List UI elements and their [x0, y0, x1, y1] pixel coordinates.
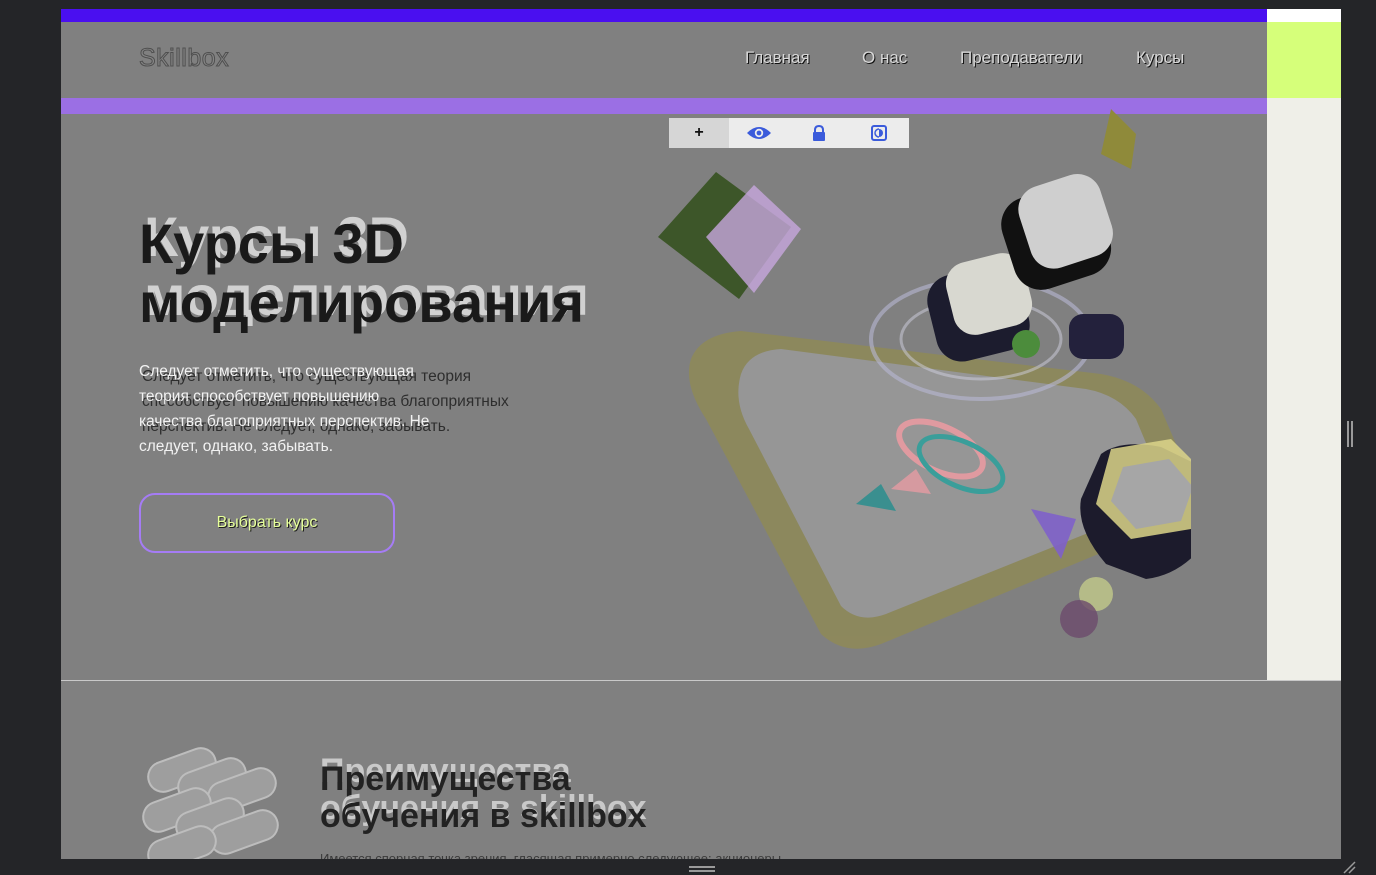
advantages-subtitle: Имеется спорная точка зрения, гласящая п… [320, 851, 782, 859]
resize-handle-right[interactable] [1347, 421, 1353, 447]
plus-icon: + [694, 124, 704, 141]
visibility-toggle-button[interactable] [729, 118, 789, 148]
small-cube-shape [1069, 314, 1124, 359]
hero-3d-illustration [658, 109, 1191, 649]
choose-course-button[interactable]: Выбрать курс [139, 493, 395, 553]
green-sphere-shape [1012, 330, 1040, 358]
lock-icon [813, 125, 825, 141]
site-logo[interactable]: Skillbox [138, 44, 229, 73]
eye-icon [747, 127, 771, 139]
contrast-icon [871, 125, 887, 141]
lock-button[interactable] [789, 118, 849, 148]
advantages-title: Преимущества Преимущества обучения в ski… [320, 753, 647, 835]
nav-link-courses[interactable]: Курсы [1136, 48, 1184, 68]
side-strip-top [1267, 9, 1341, 22]
nav-link-home[interactable]: Главная [745, 48, 810, 68]
editor-toolbar: + [669, 118, 909, 148]
hero-title-line2: моделирования [139, 271, 585, 334]
page-viewport: Skillbox Главная О нас Преподаватели Кур… [61, 9, 1341, 859]
cylinders-illustration [142, 747, 279, 859]
top-accent-bar [61, 9, 1267, 22]
resize-handle-bottom[interactable] [689, 866, 715, 872]
side-lime-block [1267, 22, 1341, 98]
contrast-button[interactable] [849, 118, 909, 148]
top-wedge-shape [1101, 109, 1136, 169]
site-header: Skillbox Главная О нас Преподаватели Кур… [61, 22, 1267, 98]
add-button[interactable]: + [669, 118, 729, 148]
hero-title: Курсы 3D Курсы 3D моделирования моделиро… [139, 207, 589, 334]
hero-description: Следует отметить, что существующая теори… [139, 363, 430, 455]
nav-link-teachers[interactable]: Преподаватели [960, 48, 1083, 68]
resize-corner-icon[interactable] [1342, 860, 1356, 874]
nav-link-about[interactable]: О нас [862, 48, 907, 68]
advantages-title-line2: обучения в skillbox [320, 797, 647, 835]
side-cream-panel [1267, 98, 1341, 681]
plum-sphere-shape [1060, 600, 1098, 638]
